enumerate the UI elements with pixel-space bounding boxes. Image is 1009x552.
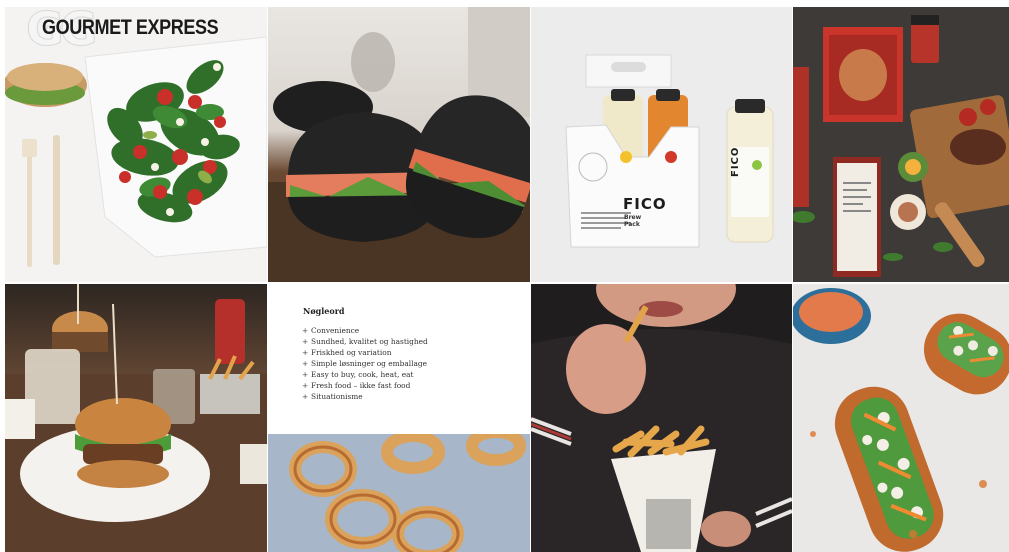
keyword-item: + Fresh food – ikke fast food — [302, 380, 428, 391]
plus-icon: + — [302, 381, 309, 390]
hotdog-image — [793, 284, 1009, 552]
plus-icon: + — [302, 337, 309, 346]
keyword-text: Simple løsninger og emballage — [311, 359, 428, 368]
packaging-flatlay-photo — [793, 7, 1009, 282]
keyword-text: Situationisme — [311, 392, 363, 401]
keyword-text: Sundhed, kvalitet og hastighed — [311, 337, 428, 346]
keywords-card: Nøgleord + Convenience + Sundhed, kvalitet… — [268, 284, 530, 434]
keyword-item: + Situationisme — [302, 391, 428, 402]
hotdog-photo — [793, 284, 1009, 552]
plus-icon: + — [302, 359, 309, 368]
keyword-text: Convenience — [311, 326, 360, 335]
brand-name: GOURMET EXPRESS — [42, 16, 219, 39]
keyword-item: + Sundhed, kvalitet og hastighed — [302, 336, 428, 347]
keywords-list: + Convenience + Sundhed, kvalitet og hasti… — [302, 325, 428, 402]
moodboard-page: GG GOURMET EXPRESS FICO Brew Pack FICO N… — [0, 0, 1009, 552]
burger-cafe-image — [5, 284, 267, 552]
fico-bottle-label: FICO — [730, 146, 741, 177]
keyword-item: + Convenience — [302, 325, 428, 336]
plus-icon: + — [302, 370, 309, 379]
black-burger-photo — [268, 7, 530, 282]
plus-icon: + — [302, 392, 309, 401]
fico-bottles-photo: FICO Brew Pack FICO — [531, 7, 792, 282]
packaging-flatlay-image — [793, 7, 1009, 282]
brand-logo: GG GOURMET EXPRESS — [6, 0, 266, 60]
keyword-item: + Simple løsninger og emballage — [302, 358, 428, 369]
black-burger-image — [268, 7, 530, 282]
fries-person-photo — [531, 284, 792, 552]
plus-icon: + — [302, 326, 309, 335]
fries-person-image — [531, 284, 792, 552]
keyword-item: + Easy to buy, cook, heat, eat — [302, 369, 428, 380]
fico-packaging-image — [531, 7, 792, 282]
plus-icon: + — [302, 348, 309, 357]
keywords-title: Nøgleord — [303, 306, 345, 316]
keyword-text: Friskhed og variation — [311, 348, 392, 357]
fico-box-label: FICO — [623, 195, 667, 213]
burger-cafe-photo — [5, 284, 267, 552]
fico-box-sub-2: Pack — [624, 221, 640, 228]
keyword-text: Fresh food – ikke fast food — [311, 381, 411, 390]
keyword-text: Easy to buy, cook, heat, eat — [311, 370, 414, 379]
fico-box-sub-1: Brew — [624, 214, 642, 221]
keyword-item: + Friskhed og variation — [302, 347, 428, 358]
